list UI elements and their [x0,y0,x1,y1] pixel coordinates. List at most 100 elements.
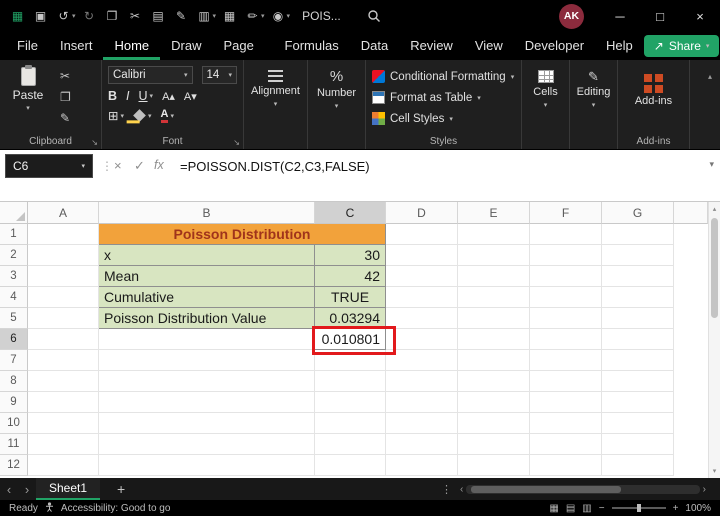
menu-tab-data[interactable]: Data [350,32,399,60]
cell-E11[interactable] [458,434,530,455]
font-color-button[interactable]: A▾ [161,109,174,123]
cell-F11[interactable] [530,434,602,455]
row-header-10[interactable]: 10 [0,413,28,434]
sheet-nav-right-icon[interactable]: › [18,482,36,497]
view-page-break-icon[interactable]: ▥ [582,503,591,514]
cell-B10[interactable] [99,413,315,434]
column-header-e[interactable]: E [458,202,530,224]
cell-F10[interactable] [530,413,602,434]
cell-G1[interactable] [602,224,674,245]
row-header-1[interactable]: 1 [0,224,28,245]
cell-D8[interactable] [386,371,458,392]
cell-A4[interactable] [28,287,99,308]
cell-C12[interactable] [315,455,386,476]
cell-G7[interactable] [602,350,674,371]
menu-tab-view[interactable]: View [464,32,514,60]
maximize-button[interactable]: □ [640,0,680,32]
cell-C11[interactable] [315,434,386,455]
italic-button[interactable]: I [126,89,129,103]
cell-C6[interactable]: 0.010801 [315,329,386,350]
sheet-nav-left-icon[interactable]: ‹ [0,482,18,497]
cell-G12[interactable] [602,455,674,476]
name-box[interactable]: C6 ▾ [5,154,93,178]
cell-E8[interactable] [458,371,530,392]
cell-A2[interactable] [28,245,99,266]
font-size-select[interactable]: 14 ▾ [202,66,237,84]
hscroll-right-icon[interactable]: › [703,484,706,495]
vertical-scrollbar-thumb[interactable] [711,218,718,318]
dialog-launcher-icon[interactable]: ↘ [233,138,240,147]
cell-B4[interactable]: Cumulative [99,287,315,308]
menu-tab-home[interactable]: Home [103,32,160,60]
select-all-corner[interactable] [0,202,28,224]
column-header-b[interactable]: B [99,202,315,224]
cell-G4[interactable] [602,287,674,308]
cell-E12[interactable] [458,455,530,476]
cell-A11[interactable] [28,434,99,455]
add-sheet-button[interactable]: + [112,481,130,497]
menu-tab-help[interactable]: Help [595,32,644,60]
redo-icon[interactable]: ↻ [78,5,101,27]
zoom-in-icon[interactable]: + [673,503,679,514]
cell-C7[interactable] [315,350,386,371]
clipboard-icon[interactable]: ▤ [147,5,170,27]
cell-B11[interactable] [99,434,315,455]
cell-E4[interactable] [458,287,530,308]
cell-C10[interactable] [315,413,386,434]
cell-B2[interactable]: x [99,245,315,266]
cancel-icon[interactable]: × [114,158,122,173]
cell-B12[interactable] [99,455,315,476]
editing-button[interactable]: ✎ Editing ▾ [576,66,611,109]
row-header-12[interactable]: 12 [0,455,28,476]
titlebar-search[interactable]: POIS... [302,9,341,23]
cell-A10[interactable] [28,413,99,434]
cell-D9[interactable] [386,392,458,413]
cell-F4[interactable] [530,287,602,308]
row-header-7[interactable]: 7 [0,350,28,371]
cell-E6[interactable] [458,329,530,350]
zoom-slider-thumb[interactable] [637,504,641,512]
cell-D5[interactable] [386,308,458,329]
menu-tab-review[interactable]: Review [399,32,464,60]
cell-A1[interactable] [28,224,99,245]
cell-F8[interactable] [530,371,602,392]
row-header-3[interactable]: 3 [0,266,28,287]
cell-C8[interactable] [315,371,386,392]
enter-icon[interactable]: ✓ [134,158,145,174]
cell-A9[interactable] [28,392,99,413]
excel-app-icon[interactable]: ▦ [6,5,29,27]
cell-D11[interactable] [386,434,458,455]
cell-E5[interactable] [458,308,530,329]
column-header-f[interactable]: F [530,202,602,224]
row-header-2[interactable]: 2 [0,245,28,266]
cell-F5[interactable] [530,308,602,329]
menu-tab-insert[interactable]: Insert [49,32,104,60]
vertical-scrollbar[interactable]: ▴ ▾ [708,202,720,478]
cell-A3[interactable] [28,266,99,287]
cell-C2[interactable]: 30 [315,245,386,266]
cell-styles-button[interactable]: Cell Styles ▾ [372,108,515,129]
cell-D10[interactable] [386,413,458,434]
cell-A12[interactable] [28,455,99,476]
cell-F1[interactable] [530,224,602,245]
borders-icon[interactable]: ⊞ [108,108,118,123]
column-header-d[interactable]: D [386,202,458,224]
cell-F7[interactable] [530,350,602,371]
search-icon[interactable] [367,9,381,23]
zoom-level[interactable]: 100% [685,503,711,514]
cell-D2[interactable] [386,245,458,266]
format-painter-button[interactable]: ✎ [60,111,71,125]
avatar[interactable]: AK [559,4,584,29]
shrink-font-button[interactable]: A▾ [184,90,197,103]
row-header-9[interactable]: 9 [0,392,28,413]
cell-G8[interactable] [602,371,674,392]
menu-tab-file[interactable]: File [6,32,49,60]
row-header-11[interactable]: 11 [0,434,28,455]
close-button[interactable]: × [680,0,720,32]
copy-button[interactable]: ❐ [60,90,71,104]
table-icon[interactable]: ▦ [218,5,241,27]
format-as-table-button[interactable]: Format as Table ▾ [372,87,515,108]
cell-B5[interactable]: Poisson Distribution Value [99,308,315,329]
dialog-launcher-icon[interactable]: ↘ [91,138,98,147]
cell-A6[interactable] [28,329,99,350]
